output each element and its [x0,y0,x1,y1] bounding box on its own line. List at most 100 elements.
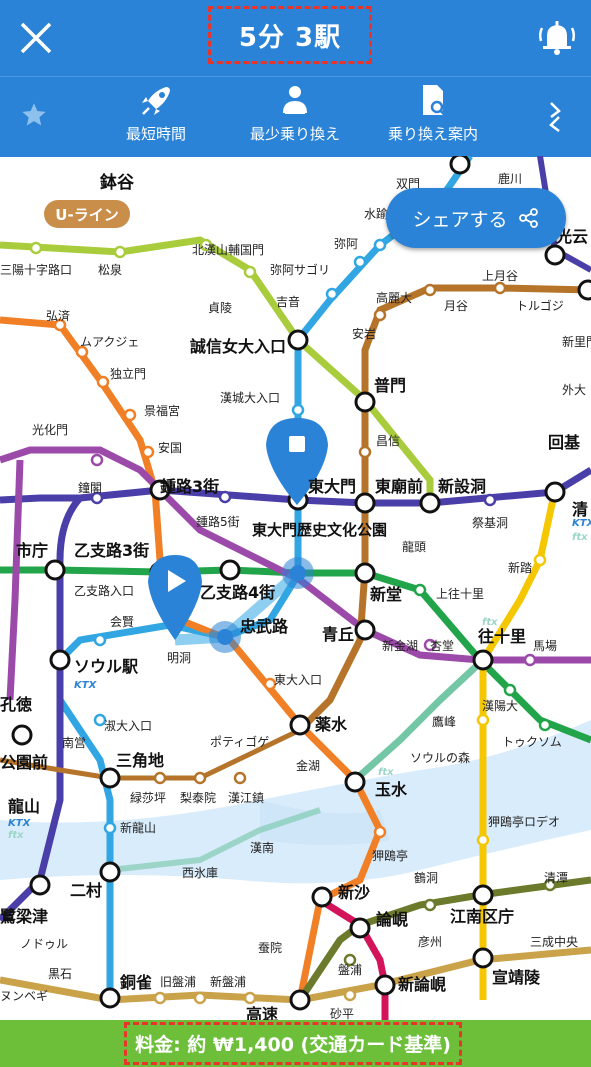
station-label: ヌンベギ [0,989,48,1003]
svg-text:ftx: ftx [482,617,498,628]
document-search-icon [423,85,447,117]
station-label: 宣靖陵 [492,968,541,987]
station-label: 会賢 [110,615,134,629]
station-label: ムアクジェ [80,335,139,349]
station-label: 盤浦 [338,963,362,977]
u-line-badge: U-ライン [55,206,118,224]
station-label: 光化門 [32,423,68,437]
station-label: 鐘閣 [78,480,102,495]
station-label: 景福宮 [144,403,180,418]
station-label: 狎鴎亭ロデオ [488,814,560,829]
fastest-route-button[interactable]: 最短時間 [110,81,202,153]
station-label: 砂平 [330,1007,354,1020]
station-label: 金湖 [296,758,320,773]
station-label: 清潭 [544,871,568,885]
station-label: 黒石 [48,967,72,981]
station-label: 新設洞 [438,477,486,496]
station-label: 西氷庫 [182,866,218,880]
svg-text:KTX: KTX [8,818,32,829]
station-label: 乙支路3街 [74,541,149,560]
station-label: 東大門歴史文化公園 [252,521,387,539]
svg-text:ftx: ftx [8,830,24,841]
station-label: 鹿川 [498,171,522,186]
station-label: 回基 [548,433,581,452]
station-label: 東大門 [308,477,356,496]
station-label: 乙支路入口 [74,583,134,598]
station-label: ソウルの森 [410,750,470,765]
transfer-guide-button[interactable]: 乗り換え案内 [380,81,486,153]
station-label: 誠信女大入口 [190,337,286,356]
bell-alarm-icon [538,21,576,55]
station-label: 高麗大 [376,290,412,305]
station-label: 漢江鎮 [228,790,264,805]
share-button[interactable]: シェアする [386,188,566,248]
station-label: 新踏 [508,560,532,575]
station-label: 三成中央 [530,934,578,949]
station-label: 東廟前 [375,477,423,496]
station-label: 三角地 [116,751,164,770]
fewest-transfers-button[interactable]: 最少乗り換え [240,81,350,153]
station-label: 貞陵 [208,301,232,315]
station-label: 鍾路5街 [196,514,240,529]
station-label: 玉水 [375,780,408,799]
station-label: 松泉 [98,263,122,277]
share-icon [518,208,538,228]
more-options-button[interactable] [545,97,569,141]
station-label: 漢城大入口 [220,391,280,405]
station-label: 安国 [158,440,182,455]
station-label: 月谷 [444,299,468,313]
station-label: 三陽十字路口 [0,262,72,277]
close-button[interactable] [14,16,58,60]
station-label: 薬水 [314,715,348,734]
station-label: 吉音 [276,294,300,309]
header-bar: 5分 3駅 [0,0,591,76]
station-label: 鷺梁津 [0,907,48,926]
svg-text:KTX: KTX [74,680,98,691]
station-label: 昌信 [376,434,400,448]
station-label: 弘済 [46,308,70,323]
station-label: 淑大入口 [104,719,152,733]
station-label: 独立門 [110,366,146,381]
station-label: 新金湖 [382,638,418,653]
station-label: 外大 [562,383,586,397]
station-label: 梨泰院 [180,791,216,805]
svg-text:ftx: ftx [572,532,588,543]
station-label: 鶴洞 [414,870,438,885]
fewest-transfers-label: 最少乗り換え [249,125,340,143]
station-label: 乙支路4街 [200,583,275,602]
close-icon [20,22,52,54]
station-label: 水踰 [364,206,388,221]
alarm-button[interactable] [534,14,580,60]
station-label: 龍頭 [402,539,426,554]
station-label: 高速 [246,1005,278,1020]
station-label: 銅雀 [120,973,152,992]
station-label: ソウル駅 [74,657,139,676]
station-label: 祭基洞 [472,516,508,530]
favorite-button[interactable] [20,101,48,133]
station-label: 杏堂 [430,639,454,653]
share-label: シェアする [412,208,508,231]
station-label: 新里門 [562,334,591,349]
station-label: 新龍山 [120,820,156,835]
station-label: 清 [572,500,588,519]
route-option-toolbar: 最短時間 最少乗り換え 乗り換え案内 [0,76,591,157]
fastest-route-label: 最短時間 [125,125,186,143]
station-label: 鍾路3街 [160,477,219,496]
station-label: ノドゥル [20,937,68,951]
station-label: 孔徳 [0,695,32,714]
station-label: 漢南 [250,840,274,855]
station-label: 市庁 [16,541,48,560]
station-label: 旧盤浦 [160,975,196,989]
station-label: 鷹峰 [432,714,456,729]
station-label: 馬場 [533,639,557,653]
subway-map-canvas[interactable]: U-ライン 鉢谷 誠信女大入口 普門 東廟前 新設洞 鍾路3街 東大門 回基 市… [0,156,591,1020]
station-label: 論峴 [376,910,408,929]
station-label: 明洞 [167,651,191,665]
person-icon [283,86,307,114]
station-label: 上往十里 [436,586,484,601]
station-label: ポティゴゲ [210,734,269,749]
transfer-guide-label: 乗り換え案内 [387,125,478,143]
subway-map[interactable]: U-ライン 鉢谷 誠信女大入口 普門 東廟前 新設洞 鍾路3街 東大門 回基 市… [0,156,591,1020]
station-label: 北漢山輔国門 [192,243,264,257]
station-label: 江南区庁 [450,907,514,926]
